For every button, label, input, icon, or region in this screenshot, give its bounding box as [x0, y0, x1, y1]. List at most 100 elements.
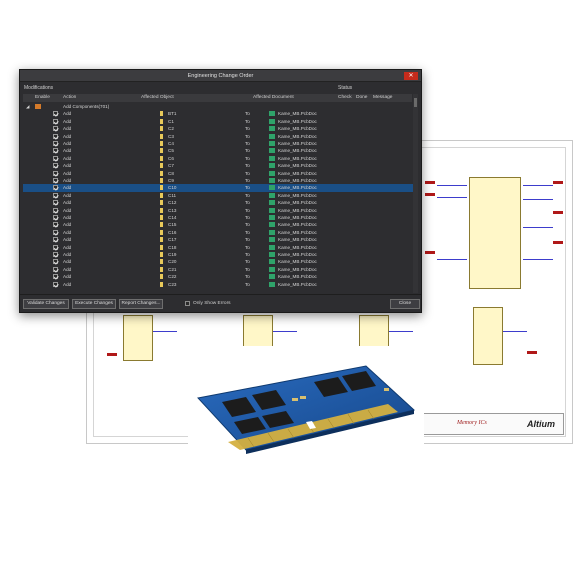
row-to: To [245, 281, 250, 287]
table-row[interactable]: Add C14 To Kame_MB.PcbDoc [23, 214, 414, 221]
pcb-document-icon [269, 281, 275, 287]
checkbox-checked-icon[interactable] [53, 148, 58, 154]
checkbox-checked-icon[interactable] [53, 259, 58, 265]
row-to: To [245, 170, 250, 176]
triangle-expand-icon[interactable]: ◢ [26, 104, 30, 110]
grid-scrollbar[interactable] [413, 94, 418, 293]
table-row[interactable]: Add C22 To Kame_MB.PcbDoc [23, 273, 414, 280]
checkbox-checked-icon[interactable] [53, 192, 58, 198]
checkbox-checked-icon[interactable] [53, 185, 58, 191]
row-affected-document: Kame_MB.PcbDoc [278, 207, 317, 213]
table-row[interactable]: Add C21 To Kame_MB.PcbDoc [23, 266, 414, 273]
column-message[interactable]: Message [373, 95, 392, 100]
row-affected-document: Kame_MB.PcbDoc [278, 244, 317, 250]
checkbox-checked-icon[interactable] [53, 126, 58, 132]
component-icon [160, 155, 163, 161]
table-row[interactable]: Add C18 To Kame_MB.PcbDoc [23, 244, 414, 251]
schematic-net-label [527, 351, 537, 354]
checkbox-checked-icon[interactable] [53, 281, 58, 287]
table-row[interactable]: Add C5 To Kame_MB.PcbDoc [23, 147, 414, 154]
row-affected-document: Kame_MB.PcbDoc [278, 118, 317, 124]
row-affected-document: Kame_MB.PcbDoc [278, 252, 317, 257]
row-affected-object: C2 [168, 126, 174, 132]
row-affected-document: Kame_MB.PcbDoc [278, 229, 317, 235]
checkbox-checked-icon[interactable] [53, 229, 58, 235]
close-icon[interactable]: ✕ [404, 72, 418, 80]
row-action: Add [63, 118, 72, 124]
row-affected-document: Kame_MB.PcbDoc [278, 185, 317, 191]
pcb-document-icon [269, 229, 275, 235]
table-row[interactable]: Add C23 To Kame_MB.PcbDoc [23, 281, 414, 288]
table-row[interactable]: Add C2 To Kame_MB.PcbDoc [23, 125, 414, 132]
checkbox-checked-icon[interactable] [53, 178, 58, 183]
checkbox-checked-icon[interactable] [53, 155, 58, 161]
checkbox-checked-icon[interactable] [53, 215, 58, 220]
row-affected-object: C7 [168, 163, 174, 169]
section-status: Status [338, 85, 353, 91]
checkbox-checked-icon[interactable] [53, 141, 58, 146]
checkbox-checked-icon[interactable] [53, 274, 58, 280]
schematic-net-label [425, 181, 435, 184]
table-row[interactable]: Add C13 To Kame_MB.PcbDoc [23, 207, 414, 214]
column-action[interactable]: Action [63, 95, 76, 100]
execute-changes-button[interactable]: Execute Changes [72, 299, 116, 309]
checkbox-checked-icon[interactable] [53, 200, 58, 206]
checkbox-checked-icon[interactable] [53, 207, 58, 213]
table-row[interactable]: Add C3 To Kame_MB.PcbDoc [23, 133, 414, 140]
table-row[interactable]: Add C1 To Kame_MB.PcbDoc [23, 118, 414, 125]
only-show-errors-label: Only Show Errors [193, 301, 231, 306]
checkbox-checked-icon[interactable] [53, 111, 58, 117]
checkbox-checked-icon[interactable] [53, 170, 58, 176]
row-affected-object: C22 [168, 274, 177, 280]
report-changes-button[interactable]: Report Changes... [119, 299, 163, 309]
row-affected-object: C18 [168, 244, 177, 250]
row-to: To [245, 200, 250, 206]
pcb-document-icon [269, 259, 275, 265]
row-affected-document: Kame_MB.PcbDoc [278, 215, 317, 220]
column-enable[interactable]: Enable [35, 95, 50, 100]
scrollbar-thumb[interactable] [414, 98, 417, 107]
group-row[interactable]: ◢ Add Components(701) [23, 103, 414, 110]
table-row[interactable]: Add C9 To Kame_MB.PcbDoc [23, 177, 414, 184]
table-row[interactable]: Add C4 To Kame_MB.PcbDoc [23, 140, 414, 147]
only-show-errors-checkbox[interactable] [185, 301, 190, 306]
dialog-titlebar[interactable]: Engineering Change Order ✕ [20, 70, 421, 82]
table-row[interactable]: Add C10 To Kame_MB.PcbDoc [23, 184, 414, 192]
row-to: To [245, 192, 250, 198]
schematic-net-label [553, 181, 563, 184]
table-row[interactable]: Add C8 To Kame_MB.PcbDoc [23, 170, 414, 177]
column-affected-object[interactable]: Affected Object [141, 95, 174, 100]
row-to: To [245, 155, 250, 161]
checkbox-checked-icon[interactable] [53, 163, 58, 169]
checkbox-checked-icon[interactable] [53, 118, 58, 124]
pcb-document-icon [269, 252, 275, 257]
checkbox-checked-icon[interactable] [53, 222, 58, 228]
table-row[interactable]: Add C16 To Kame_MB.PcbDoc [23, 229, 414, 236]
table-row[interactable]: Add BT1 To Kame_MB.PcbDoc [23, 110, 414, 117]
column-done[interactable]: Done [356, 95, 367, 100]
table-row[interactable]: Add C6 To Kame_MB.PcbDoc [23, 155, 414, 162]
pcb-document-icon [269, 148, 275, 154]
table-row[interactable]: Add C19 To Kame_MB.PcbDoc [23, 251, 414, 258]
table-row[interactable]: Add C11 To Kame_MB.PcbDoc [23, 192, 414, 199]
table-row[interactable]: Add C15 To Kame_MB.PcbDoc [23, 221, 414, 228]
table-row[interactable]: Add C17 To Kame_MB.PcbDoc [23, 236, 414, 243]
table-row[interactable]: Add C20 To Kame_MB.PcbDoc [23, 258, 414, 265]
checkbox-checked-icon[interactable] [53, 252, 58, 257]
checkbox-checked-icon[interactable] [53, 237, 58, 243]
table-row[interactable]: Add C12 To Kame_MB.PcbDoc [23, 199, 414, 206]
table-row[interactable]: Add C7 To Kame_MB.PcbDoc [23, 162, 414, 169]
close-button[interactable]: Close [390, 299, 420, 309]
component-icon [160, 244, 163, 250]
component-icon [160, 259, 163, 265]
checkbox-checked-icon[interactable] [53, 133, 58, 139]
checkbox-checked-icon[interactable] [53, 244, 58, 250]
validate-changes-button[interactable]: Validate Changes [23, 299, 69, 309]
changes-grid[interactable]: ◢ Add Components(701) Add BT1 To Kame_MB.Pc… [23, 103, 414, 293]
column-affected-document[interactable]: Affected Document [253, 95, 294, 100]
schematic-wire [503, 331, 527, 332]
column-check[interactable]: Check [338, 95, 352, 100]
checkbox-checked-icon[interactable] [53, 266, 58, 272]
schematic-wire [153, 331, 177, 332]
row-action: Add [63, 244, 72, 250]
